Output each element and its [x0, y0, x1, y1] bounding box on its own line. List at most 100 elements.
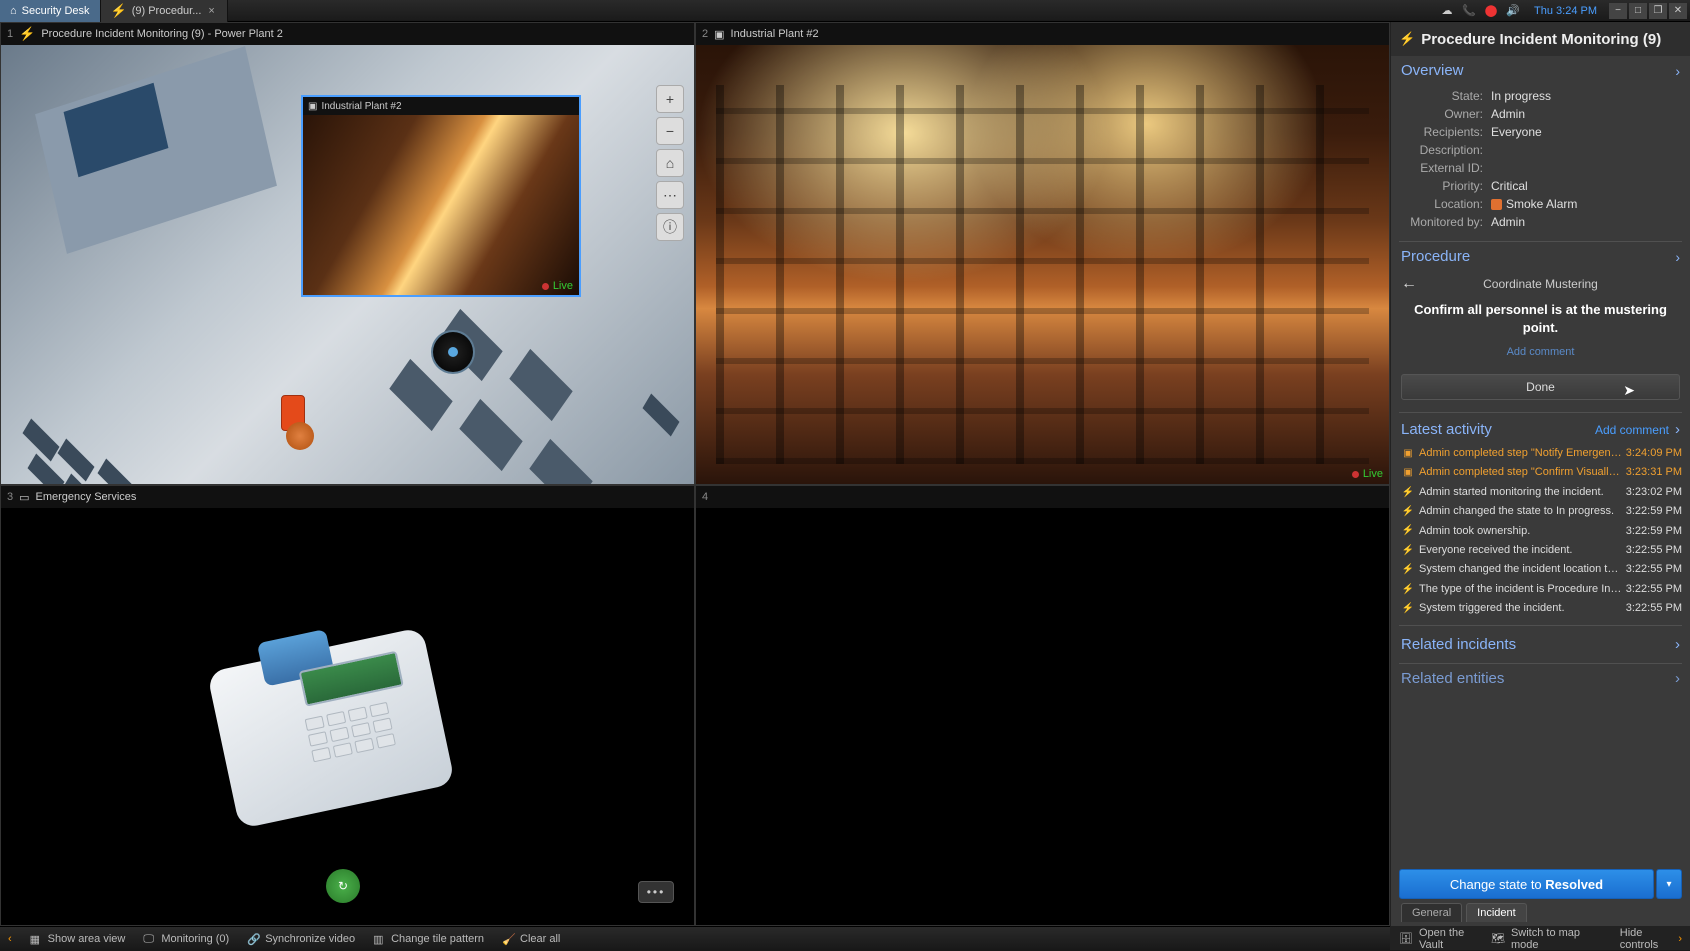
related-incidents-header[interactable]: Related incidents ›: [1391, 626, 1690, 663]
back-button[interactable]: ←: [1401, 275, 1421, 293]
chevron-right-icon[interactable]: ›: [1675, 421, 1680, 438]
priority-label: Priority:: [1401, 179, 1491, 193]
activity-list[interactable]: ▣Admin completed step "Notify Emergency.…: [1391, 444, 1690, 625]
activity-time: 3:22:59 PM: [1626, 524, 1682, 539]
tab-security-desk[interactable]: ⌂ Security Desk: [0, 0, 101, 22]
hide-controls-button[interactable]: Hide controls ›: [1620, 927, 1682, 951]
bolt-icon: ⚡: [1401, 544, 1415, 558]
tab-label: Security Desk: [22, 5, 90, 17]
phone-icon[interactable]: 📞: [1462, 4, 1476, 18]
activity-text: Admin changed the state to In progress.: [1415, 504, 1626, 519]
close-icon[interactable]: ×: [206, 5, 216, 17]
cloud-icon[interactable]: ☁: [1440, 4, 1454, 18]
activity-row[interactable]: ⚡System triggered the incident.3:22:55 P…: [1397, 599, 1686, 618]
activity-row[interactable]: ⚡System changed the incident location to…: [1397, 560, 1686, 579]
zoom-out-button[interactable]: −: [656, 117, 684, 145]
switch-map-mode-button[interactable]: 🗺 Switch to map mode: [1491, 927, 1592, 951]
related-entities-header[interactable]: Related entities ›: [1391, 664, 1690, 689]
activity-row[interactable]: ⚡Everyone received the incident.3:22:55 …: [1397, 541, 1686, 560]
zoom-in-button[interactable]: +: [656, 85, 684, 113]
chevron-right-icon: ›: [1675, 670, 1680, 687]
tile-3-emergency[interactable]: 3 ▭ Emergency Services: [0, 485, 695, 926]
tile-header: 2 ▣ Industrial Plant #2: [696, 23, 1389, 45]
procedure-header[interactable]: Procedure ›: [1391, 242, 1690, 271]
open-vault-button[interactable]: 🗄 Open the Vault: [1399, 927, 1477, 951]
overview-header[interactable]: Overview ›: [1391, 56, 1690, 85]
activity-row[interactable]: ▣Admin completed step "Confirm Visually …: [1397, 463, 1686, 482]
state-label: State:: [1401, 89, 1491, 103]
info-button[interactable]: ⓘ: [656, 213, 684, 241]
phone-icon[interactable]: [207, 627, 455, 829]
home-icon: ⌂: [10, 5, 17, 17]
activity-time: 3:22:55 PM: [1626, 562, 1682, 577]
check-icon: ▣: [1401, 447, 1415, 461]
bolt-icon: ⚡: [1401, 583, 1415, 597]
subtab-general[interactable]: General: [1401, 903, 1462, 922]
alert-icon[interactable]: ⬤: [1484, 4, 1498, 18]
cursor-icon: ➤: [1623, 382, 1635, 399]
add-comment-button[interactable]: Add comment: [1595, 423, 1669, 437]
change-state-button[interactable]: Change state to Resolved: [1399, 869, 1654, 899]
tile-1-map[interactable]: 1 ⚡ Procedure Incident Monitoring (9) - …: [0, 22, 695, 485]
recipients-value: Everyone: [1491, 125, 1542, 139]
alarm-icon: [1491, 199, 1502, 210]
more-button[interactable]: ⋯: [656, 181, 684, 209]
prefix: Change state to: [1450, 877, 1542, 892]
phone-tile-icon: ▭: [19, 491, 29, 504]
show-area-view-button[interactable]: ▦ Show area view: [30, 933, 126, 945]
label: Monitoring (0): [161, 933, 229, 945]
close-button[interactable]: ✕: [1669, 3, 1687, 19]
tab-incident[interactable]: ⚡ (9) Procedur... ×: [101, 0, 228, 22]
procedure-nav: ← Coordinate Mustering: [1391, 271, 1690, 297]
restore-button[interactable]: ❐: [1649, 3, 1667, 19]
state-value: Resolved: [1545, 877, 1603, 892]
change-state-dropdown[interactable]: ▾: [1656, 869, 1682, 899]
activity-row[interactable]: ⚡Admin changed the state to In progress.…: [1397, 502, 1686, 521]
tile-title: Industrial Plant #2: [731, 28, 819, 40]
sync-video-button[interactable]: 🔗 Synchronize video: [247, 933, 355, 945]
more-options-button[interactable]: •••: [638, 881, 674, 903]
refresh-button[interactable]: ↻: [326, 869, 360, 903]
tile-2-camera[interactable]: 2 ▣ Industrial Plant #2 Live: [695, 22, 1390, 485]
layout-icon: ▥: [373, 933, 385, 945]
label: Switch to map mode: [1511, 927, 1592, 951]
camera-icon: ▣: [714, 28, 724, 41]
activity-text: System triggered the incident.: [1415, 601, 1626, 616]
activity-row[interactable]: ⚡The type of the incident is Procedure I…: [1397, 580, 1686, 599]
live-label: Live: [553, 280, 573, 292]
systray: ☁ 📞 ⬤ 🔊 Thu 3:24 PM: [1434, 4, 1609, 18]
tile-4-empty[interactable]: 4: [695, 485, 1390, 926]
tile-header: 3 ▭ Emergency Services: [1, 486, 694, 508]
activity-row[interactable]: ▣Admin completed step "Notify Emergency.…: [1397, 444, 1686, 463]
clear-all-button[interactable]: 🧹 Clear all: [502, 933, 560, 945]
sidebar-bottom-toolbar: 🗄 Open the Vault 🗺 Switch to map mode Hi…: [1391, 926, 1690, 950]
bolt-icon: ⚡: [1399, 31, 1415, 47]
pip-camera[interactable]: ▣ Industrial Plant #2 Live: [301, 95, 581, 297]
minimize-button[interactable]: −: [1609, 3, 1627, 19]
activity-time: 3:23:31 PM: [1626, 465, 1682, 480]
bolt-icon: ⚡: [1401, 505, 1415, 519]
done-button[interactable]: Done: [1401, 374, 1680, 400]
activity-text: The type of the incident is Procedure In…: [1415, 582, 1626, 597]
alarm-marker[interactable]: [281, 395, 305, 431]
activity-row[interactable]: ⚡Admin took ownership.3:22:59 PM: [1397, 522, 1686, 541]
add-comment-link[interactable]: Add comment: [1391, 342, 1690, 368]
label: Change tile pattern: [391, 933, 484, 945]
live-label: Live: [1363, 468, 1383, 480]
camera-marker[interactable]: [431, 330, 475, 374]
live-badge: Live: [542, 280, 573, 292]
tile-number: 4: [702, 491, 708, 503]
expand-icon[interactable]: ‹: [8, 933, 12, 945]
maximize-button[interactable]: □: [1629, 3, 1647, 19]
volume-icon[interactable]: 🔊: [1506, 4, 1520, 18]
clock: Thu 3:24 PM: [1528, 5, 1603, 17]
home-button[interactable]: ⌂: [656, 149, 684, 177]
monitoring-button[interactable]: 🖵 Monitoring (0): [143, 933, 229, 945]
activity-time: 3:23:02 PM: [1626, 485, 1682, 500]
label: Clear all: [520, 933, 560, 945]
subtab-incident[interactable]: Incident: [1466, 903, 1527, 922]
activity-text: Admin completed step "Confirm Visually "…: [1415, 465, 1626, 480]
change-tile-pattern-button[interactable]: ▥ Change tile pattern: [373, 933, 484, 945]
description-label: Description:: [1401, 143, 1491, 157]
activity-row[interactable]: ⚡Admin started monitoring the incident.3…: [1397, 483, 1686, 502]
